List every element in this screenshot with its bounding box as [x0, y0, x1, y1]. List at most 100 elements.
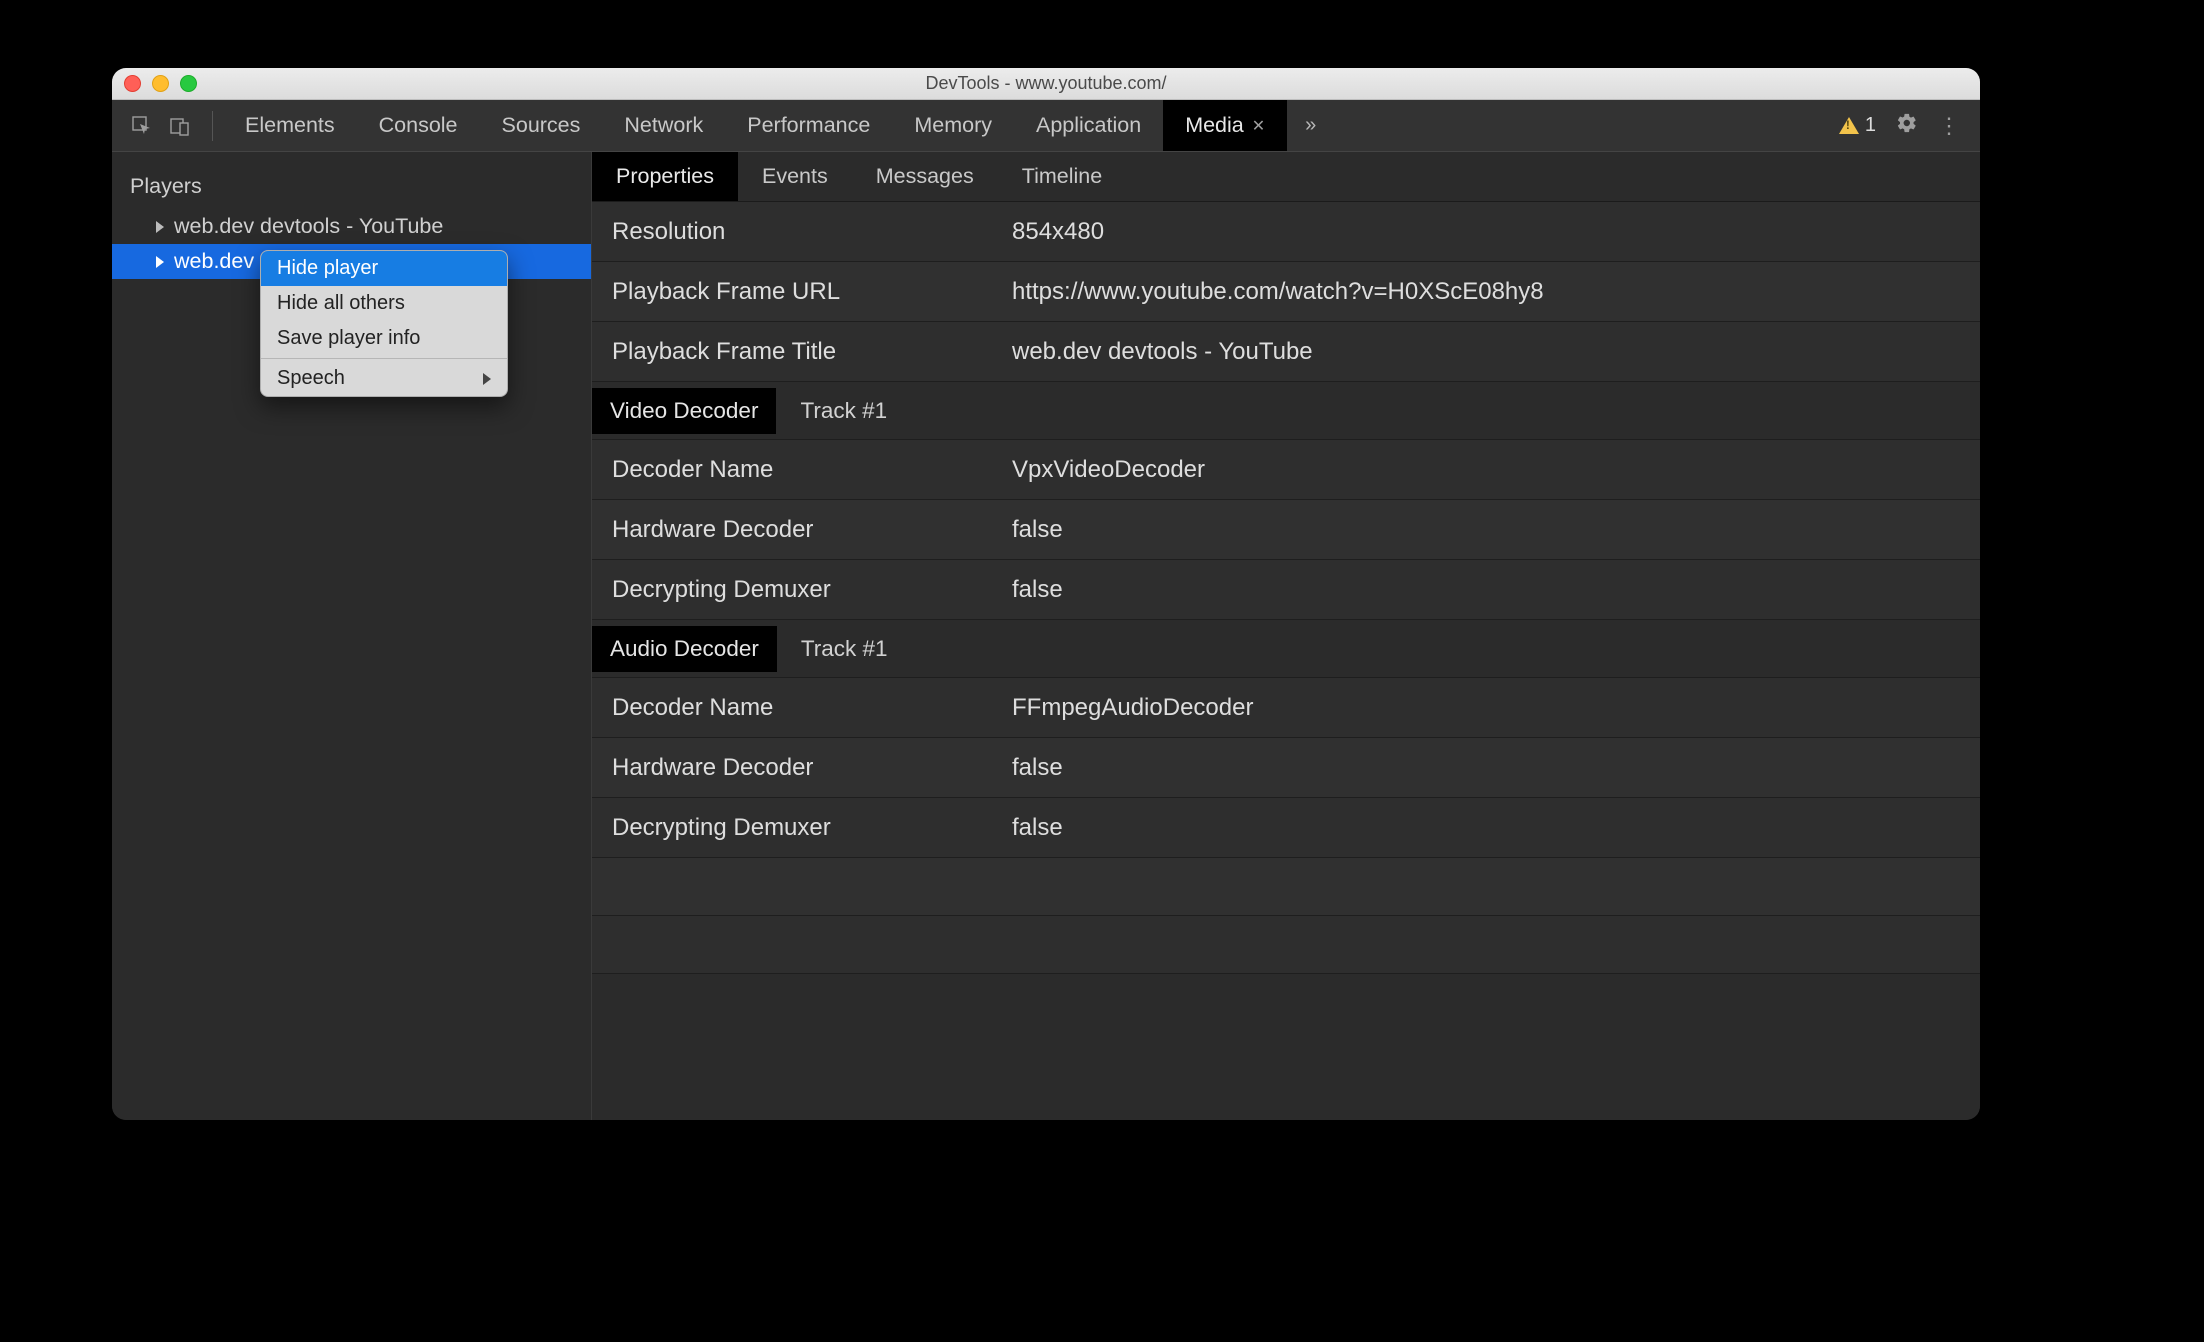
section-chip: Audio Decoder — [592, 626, 777, 672]
subtab-label: Messages — [876, 164, 974, 189]
property-row: Hardware Decoder false — [592, 738, 1980, 798]
triangle-right-icon — [156, 221, 164, 233]
tab-label: Media — [1185, 113, 1244, 138]
property-value: FFmpegAudioDecoder — [1012, 694, 1980, 722]
warning-count: 1 — [1865, 114, 1876, 137]
properties-list: Resolution 854x480 Playback Frame URL ht… — [592, 202, 1980, 1120]
tab-application[interactable]: Application — [1014, 100, 1163, 151]
property-row: Hardware Decoder false — [592, 500, 1980, 560]
subtab-events[interactable]: Events — [738, 152, 852, 201]
subtab-timeline[interactable]: Timeline — [998, 152, 1126, 201]
property-row: Decrypting Demuxer false — [592, 560, 1980, 620]
section-video-decoder: Video Decoder Track #1 — [592, 382, 1980, 440]
ctx-hide-all-others[interactable]: Hide all others — [261, 286, 507, 321]
property-label: Decoder Name — [592, 456, 1012, 484]
property-row: Decoder Name FFmpegAudioDecoder — [592, 678, 1980, 738]
window-close-button[interactable] — [124, 75, 141, 92]
section-track: Track #1 — [777, 636, 888, 662]
inspect-element-icon[interactable] — [126, 110, 158, 142]
tab-label: Elements — [245, 113, 335, 138]
panel-tabs: Elements Console Sources Network Perform… — [223, 100, 1334, 151]
settings-icon[interactable] — [1896, 112, 1918, 140]
ctx-speech-submenu[interactable]: Speech — [261, 361, 507, 396]
tab-label: Performance — [747, 113, 870, 138]
tab-label: Console — [379, 113, 458, 138]
ctx-item-label: Save player info — [277, 327, 420, 350]
property-label: Hardware Decoder — [592, 516, 1012, 544]
property-label: Resolution — [592, 218, 1012, 246]
context-menu: Hide player Hide all others Save player … — [260, 250, 508, 397]
property-label: Decrypting Demuxer — [592, 576, 1012, 604]
property-label: Decoder Name — [592, 694, 1012, 722]
ctx-item-label: Hide all others — [277, 292, 405, 315]
property-label: Playback Frame Title — [592, 338, 1012, 366]
property-label: Decrypting Demuxer — [592, 814, 1012, 842]
property-value: https://www.youtube.com/watch?v=H0XScE08… — [1012, 278, 1980, 306]
property-row: Playback Frame Title web.dev devtools - … — [592, 322, 1980, 382]
property-value: false — [1012, 516, 1980, 544]
property-label: Hardware Decoder — [592, 754, 1012, 782]
subtab-properties[interactable]: Properties — [592, 152, 738, 201]
tab-console[interactable]: Console — [357, 100, 480, 151]
traffic-lights — [124, 75, 197, 92]
ctx-item-label: Hide player — [277, 257, 378, 280]
ctx-item-label: Speech — [277, 367, 345, 390]
tab-label: Sources — [502, 113, 581, 138]
property-value: false — [1012, 814, 1980, 842]
tab-performance[interactable]: Performance — [725, 100, 892, 151]
window-title: DevTools - www.youtube.com/ — [112, 73, 1980, 94]
property-row: Resolution 854x480 — [592, 202, 1980, 262]
tab-media[interactable]: Media ✕ — [1163, 100, 1287, 151]
property-value: 854x480 — [1012, 218, 1980, 246]
tab-sources[interactable]: Sources — [480, 100, 603, 151]
device-toolbar-icon[interactable] — [164, 110, 196, 142]
property-label: Playback Frame URL — [592, 278, 1012, 306]
property-row: Playback Frame URL https://www.youtube.c… — [592, 262, 1980, 322]
window-minimize-button[interactable] — [152, 75, 169, 92]
players-sidebar: Players web.dev devtools - YouTube web.d… — [112, 152, 592, 1120]
empty-row — [592, 916, 1980, 974]
media-subtabs: Properties Events Messages Timeline — [592, 152, 1980, 202]
player-label: web.dev devtools - YouTube — [174, 214, 443, 239]
ctx-save-player-info[interactable]: Save player info — [261, 321, 507, 356]
toolbar-right: 1 ⋮ — [1839, 112, 1980, 140]
section-audio-decoder: Audio Decoder Track #1 — [592, 620, 1980, 678]
ctx-hide-player[interactable]: Hide player — [261, 251, 507, 286]
subtab-label: Timeline — [1022, 164, 1102, 189]
subtab-label: Properties — [616, 164, 714, 189]
more-tabs-icon[interactable]: » — [1287, 114, 1334, 137]
ctx-divider — [261, 358, 507, 359]
subtab-messages[interactable]: Messages — [852, 152, 998, 201]
warnings-badge[interactable]: 1 — [1839, 114, 1876, 137]
window-maximize-button[interactable] — [180, 75, 197, 92]
property-value: false — [1012, 576, 1980, 604]
property-row: Decrypting Demuxer false — [592, 798, 1980, 858]
tab-network[interactable]: Network — [602, 100, 725, 151]
kebab-menu-icon[interactable]: ⋮ — [1938, 113, 1960, 139]
property-value: web.dev devtools - YouTube — [1012, 338, 1980, 366]
tab-memory[interactable]: Memory — [892, 100, 1014, 151]
chevron-right-icon — [483, 373, 491, 385]
toolbar-separator — [212, 111, 213, 141]
triangle-right-icon — [156, 256, 164, 268]
section-chip: Video Decoder — [592, 388, 776, 434]
tab-elements[interactable]: Elements — [223, 100, 357, 151]
tab-label: Memory — [914, 113, 992, 138]
sidebar-title: Players — [112, 152, 591, 209]
tab-label: Application — [1036, 113, 1141, 138]
media-detail-pane: Properties Events Messages Timeline Reso… — [592, 152, 1980, 1120]
property-value: false — [1012, 754, 1980, 782]
property-value: VpxVideoDecoder — [1012, 456, 1980, 484]
section-track: Track #1 — [776, 398, 887, 424]
devtools-toolbar: Elements Console Sources Network Perform… — [112, 100, 1980, 152]
devtools-window: DevTools - www.youtube.com/ Elements Con… — [112, 68, 1980, 1120]
empty-row — [592, 858, 1980, 916]
subtab-label: Events — [762, 164, 828, 189]
player-item[interactable]: web.dev devtools - YouTube — [112, 209, 591, 244]
warning-icon — [1839, 117, 1859, 134]
tab-label: Network — [624, 113, 703, 138]
panel-body: Players web.dev devtools - YouTube web.d… — [112, 152, 1980, 1120]
property-row: Decoder Name VpxVideoDecoder — [592, 440, 1980, 500]
close-icon[interactable]: ✕ — [1252, 116, 1265, 136]
titlebar: DevTools - www.youtube.com/ — [112, 68, 1980, 100]
